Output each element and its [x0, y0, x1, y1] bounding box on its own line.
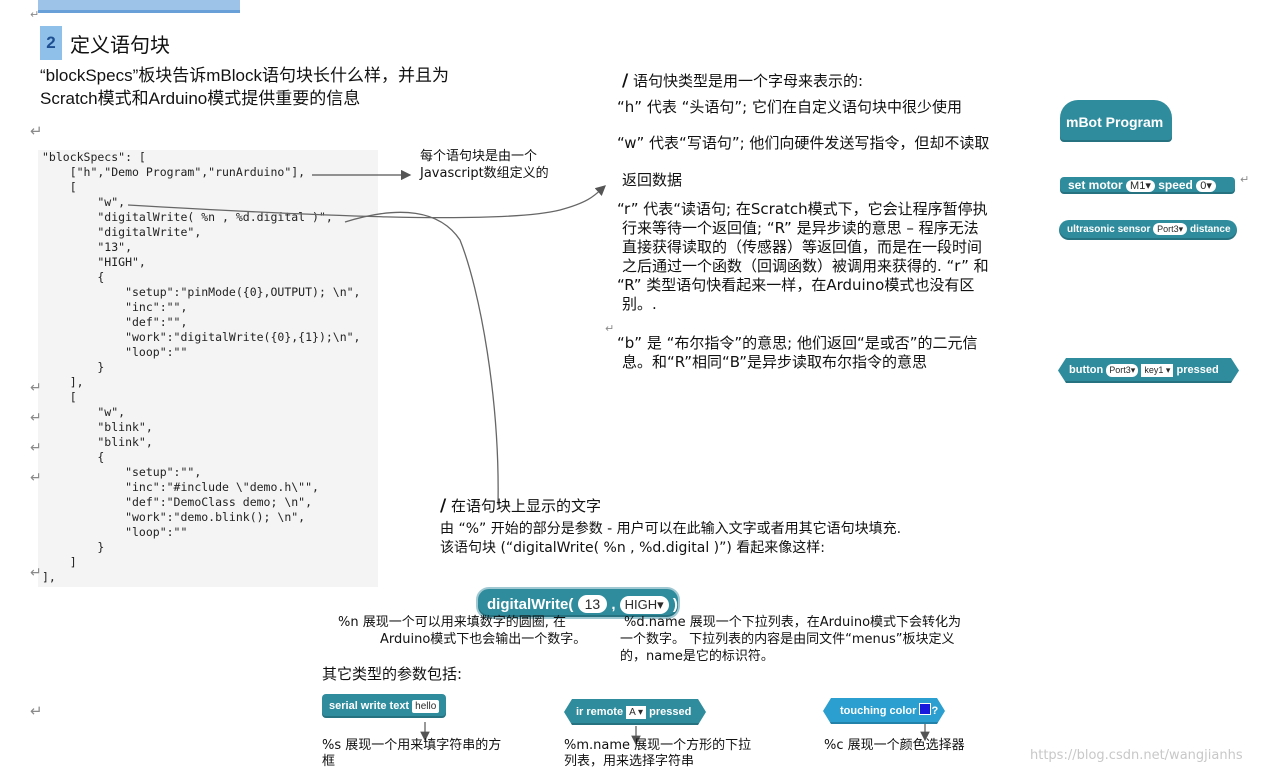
- type-w-text-2: 返回数据: [622, 171, 683, 189]
- paragraph-mark: ↵: [605, 322, 615, 335]
- note-s-1: %s 展现一个用来填字符串的方: [322, 738, 502, 753]
- types-title: / 语句快类型是用一个字母来表示的:: [622, 71, 864, 91]
- arrow-to-types: [127, 185, 606, 219]
- note-m-1: %m.name 展现一个方形的下拉: [564, 738, 752, 753]
- display-line-1: 由 “%” 开始的部分是参数 - 用户可以在此输入文字或者用其它语句块填充.: [440, 521, 902, 537]
- block-set-motor: set motor M1▾ speed 0▾: [1060, 177, 1235, 194]
- string-input: hello: [412, 700, 440, 713]
- type-r-text: “r” 代表“读语句; 在Scratch模式下，它会让程序暂停执 行来等待一个返…: [617, 200, 989, 314]
- block-label: touching color: [840, 705, 917, 717]
- paragraph-mark: ↵: [1240, 173, 1250, 186]
- block-mbot-program: mBot Program: [1060, 100, 1172, 142]
- watermark: https://blog.csdn.net/wangjianhs: [1030, 748, 1243, 763]
- block-label: ?: [931, 705, 939, 717]
- note-d-3: 的，name是它的标识符。: [620, 649, 774, 664]
- ir-key-dropdown: A ▾: [626, 706, 646, 719]
- b-line: 息。和“R”相同“B”是异步读取布尔指令的意思: [622, 353, 928, 371]
- r-line: 之后通过一个函数（回调函数）被调用来获得的. “r” 和: [622, 257, 989, 275]
- block-label: mBot Program: [1066, 114, 1164, 130]
- arrow-to-display: [344, 211, 499, 506]
- block-ultrasonic-sensor: ultrasonic sensor Port3▾ distance: [1059, 220, 1237, 240]
- type-b-text: “b” 是 “布尔指令”的意思; 他们返回“是或否”的二元信 息。和“R”相同“…: [617, 334, 978, 372]
- block-ir-remote: ir remote A ▾ pressed: [564, 699, 706, 725]
- r-line: 别。.: [622, 295, 657, 313]
- block-label: distance: [1189, 224, 1231, 235]
- sensor-port-dropdown: Port3▾: [1153, 223, 1188, 235]
- note-d-2: 一个数字。 下拉列表的内容是由同文件“menus”板块定义: [620, 632, 955, 647]
- note-m-2: 列表，用来选择字符串: [564, 754, 695, 769]
- type-h-text: “h” 代表 “头语句”; 它们在自定义语句块中很少使用: [617, 98, 962, 116]
- block-button-pressed: button Port3▾ key1 ▾ pressed: [1058, 358, 1239, 383]
- value-dropdown: HIGH▾: [619, 596, 669, 614]
- block-label: speed: [1158, 178, 1193, 192]
- block-label: digitalWrite(: [487, 596, 574, 613]
- block-label: ultrasonic sensor: [1067, 224, 1151, 235]
- r-line: 行来等待一个返回值; “R” 是异步读的意思 – 程序无法: [622, 219, 979, 237]
- note-n-2: Arduino模式下也会输出一个数字。: [380, 632, 587, 647]
- block-label: pressed: [1176, 364, 1219, 376]
- others-title: 其它类型的参数包括:: [322, 665, 463, 683]
- note-d-1: %d.name 展现一个下拉列表，在Arduino模式下会转化为: [624, 615, 962, 630]
- button-port-dropdown: Port3▾: [1106, 364, 1138, 377]
- block-label: button: [1069, 364, 1104, 376]
- type-w-text: “w” 代表“写语句”; 他们向硬件发送写指令，但却不读取: [617, 134, 990, 152]
- display-title: / 在语句块上显示的文字: [440, 496, 602, 516]
- block-touching-color: touching color ?: [823, 698, 945, 724]
- display-line-2: 该语句块 (“digitalWrite( %n , %d.digital )”)…: [440, 540, 826, 556]
- motor-port-dropdown: M1▾: [1126, 180, 1155, 192]
- number-input: 13: [577, 595, 608, 613]
- block-label: pressed: [649, 706, 692, 718]
- block-label: ): [672, 596, 678, 613]
- block-separator: ,: [611, 596, 616, 613]
- block-serial-write: serial write text hello: [322, 694, 446, 718]
- color-swatch: [919, 703, 931, 715]
- button-key-dropdown: key1 ▾: [1141, 364, 1173, 377]
- speed-dropdown: 0▾: [1196, 180, 1216, 192]
- block-label: set motor: [1068, 178, 1123, 192]
- r-line: “R” 类型语句快看起来一样，在Arduino模式也没有区: [617, 276, 975, 294]
- note-n-1: %n 展现一个可以用来填数字的圆圈, 在: [338, 615, 566, 630]
- note-c-1: %c 展现一个颜色选择器: [824, 738, 965, 753]
- block-label: ir remote: [576, 706, 624, 718]
- r-line: “r” 代表“读语句; 在Scratch模式下，它会让程序暂停执: [617, 200, 988, 218]
- r-line: 直接获得读取的（传感器）等返回值，而是在一段时间: [622, 238, 983, 256]
- block-label: serial write text: [329, 700, 410, 712]
- note-s-2: 框: [322, 754, 336, 769]
- b-line: “b” 是 “布尔指令”的意思; 他们返回“是或否”的二元信: [617, 334, 978, 352]
